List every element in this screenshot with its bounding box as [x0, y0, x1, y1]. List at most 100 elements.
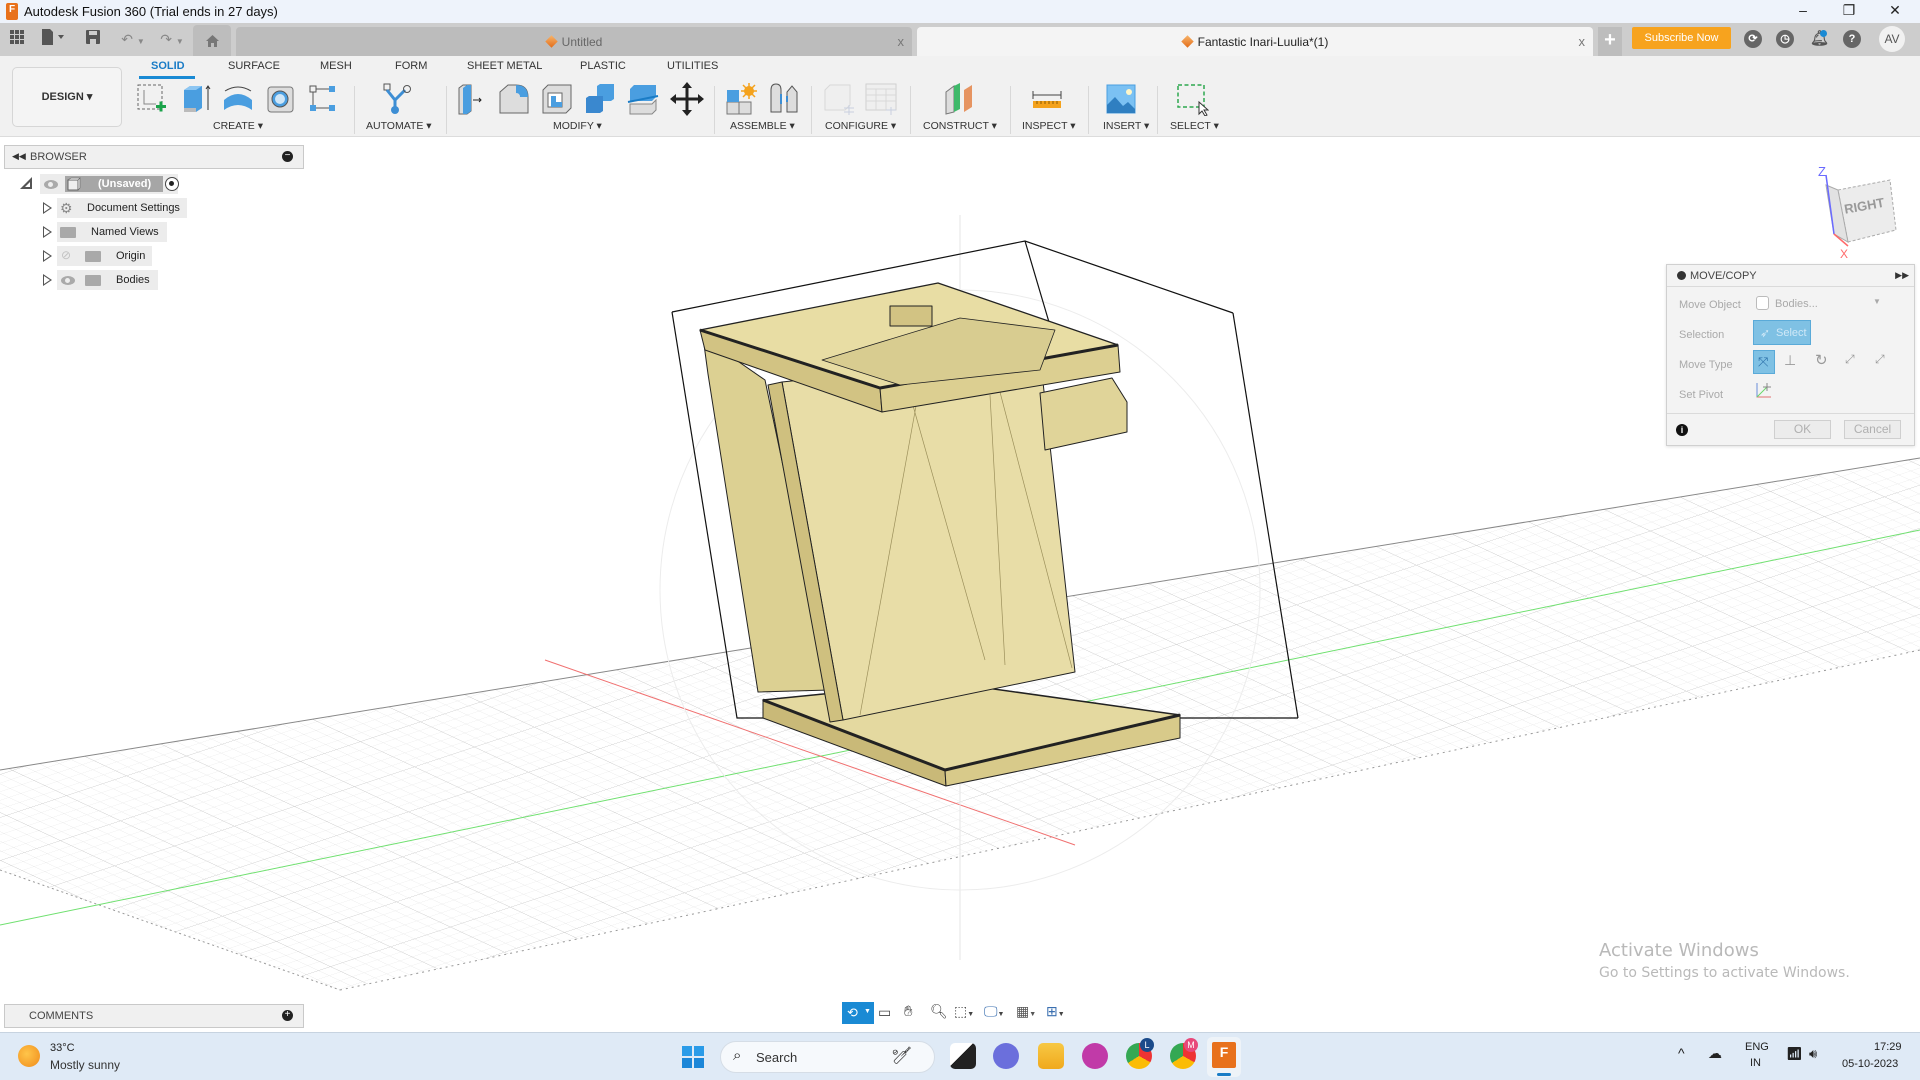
collapse-triangle-icon[interactable]	[20, 177, 32, 189]
press-pull-button[interactable]	[455, 82, 489, 116]
dialog-collapse-icon[interactable]	[1677, 271, 1686, 280]
collapse-browser-icon[interactable]: ◀◀	[12, 151, 26, 162]
tab-mesh[interactable]: MESH	[320, 60, 352, 72]
automate-menu[interactable]: AUTOMATE ▾	[366, 120, 432, 132]
configure-button[interactable]	[822, 82, 856, 116]
window-select-button[interactable]	[1175, 82, 1210, 117]
hole-button[interactable]	[264, 82, 298, 116]
tab-close-button[interactable]: x	[898, 34, 905, 49]
assemble-menu[interactable]: ASSEMBLE ▾	[730, 120, 795, 132]
browser-item-document-settings[interactable]: ⚙ Document Settings	[40, 198, 190, 218]
subscribe-now-button[interactable]: Subscribe Now	[1632, 27, 1731, 49]
move-copy-button[interactable]	[670, 82, 704, 116]
pan-hand-icon[interactable]: ✋︎	[904, 1003, 913, 1020]
move-type-free-move[interactable]: ⤧	[1753, 350, 1775, 374]
tab-close-button[interactable]: x	[1579, 34, 1586, 49]
visibility-eye-icon[interactable]	[61, 276, 75, 285]
measure-button[interactable]	[1030, 82, 1064, 116]
close-window-button[interactable]: ✕	[1872, 0, 1918, 23]
tab-form[interactable]: FORM	[395, 60, 427, 72]
extensions-icon[interactable]: ⟳	[1744, 30, 1762, 48]
file-explorer-icon[interactable]	[1038, 1043, 1064, 1069]
weather-description[interactable]: Mostly sunny	[50, 1058, 120, 1072]
move-type-translate[interactable]: ⊥	[1784, 352, 1796, 369]
file-menu-icon[interactable]	[40, 29, 68, 49]
zoom-icon[interactable]: 🔍︎	[930, 1003, 948, 1020]
tab-untitled[interactable]: Untitled x	[236, 27, 912, 56]
offset-plane-button[interactable]	[942, 82, 976, 116]
weather-temp[interactable]: 33°C	[50, 1042, 75, 1054]
insert-menu[interactable]: INSERT ▾	[1103, 120, 1149, 132]
language-indicator[interactable]: ENG	[1745, 1041, 1769, 1053]
look-at-icon[interactable]: ▭	[878, 1004, 891, 1021]
new-tab-button[interactable]: +	[1598, 27, 1622, 56]
browser-item-named-views[interactable]: Named Views	[40, 222, 170, 242]
windows-start-icon[interactable]	[682, 1046, 704, 1068]
tab-fantastic-inari-luulia[interactable]: Fantastic Inari-Luulia*(1) x	[917, 27, 1593, 56]
weather-icon[interactable]	[18, 1045, 40, 1067]
move-type-rotate[interactable]: ↻	[1815, 351, 1828, 369]
home-button[interactable]	[193, 25, 231, 56]
dialog-expand-icon[interactable]: ▶▶	[1895, 270, 1909, 281]
configuration-table-button[interactable]	[864, 82, 898, 116]
wps-office-icon[interactable]	[1082, 1043, 1108, 1069]
create-sketch-button[interactable]	[136, 82, 170, 116]
extrude-button[interactable]	[180, 82, 214, 116]
combine-button[interactable]	[583, 82, 617, 116]
notifications-icon[interactable]: 🔔︎	[1810, 30, 1829, 48]
insert-image-button[interactable]	[1104, 82, 1138, 116]
viewcube[interactable]: RIGHT Z X	[1818, 164, 1897, 261]
move-type-point-to-point[interactable]: ⤢	[1845, 352, 1855, 367]
create-menu[interactable]: CREATE ▾	[213, 120, 263, 132]
teams-meet-icon[interactable]	[993, 1043, 1019, 1069]
show-hidden-icons-chevron[interactable]: ^	[1678, 1045, 1685, 1061]
info-icon[interactable]: i	[1676, 424, 1688, 436]
expand-triangle-icon[interactable]	[43, 274, 52, 286]
tab-surface[interactable]: SURFACE	[228, 60, 280, 72]
tab-utilities[interactable]: UTILITIES	[667, 60, 718, 72]
job-status-icon[interactable]: ◷	[1776, 30, 1794, 48]
taskbar-search-box[interactable]: ⌕ Search 🏏︎	[720, 1041, 935, 1073]
restore-button[interactable]: ❐	[1826, 0, 1872, 23]
clock-date[interactable]: 05-10-2023	[1842, 1058, 1898, 1070]
minimize-button[interactable]: –	[1780, 0, 1826, 23]
browser-item-bodies[interactable]: Bodies	[40, 270, 170, 290]
browser-root-item[interactable]: (Unsaved)	[20, 174, 190, 194]
wifi-icon[interactable]: 📶︎	[1786, 1046, 1803, 1062]
volume-icon[interactable]: 🔊︎	[1809, 1046, 1817, 1062]
hidden-eye-icon[interactable]: ⊘	[61, 248, 71, 262]
configure-menu[interactable]: CONFIGURE ▾	[825, 120, 896, 132]
tab-sheet-metal[interactable]: SHEET METAL	[467, 60, 542, 72]
fillet-button[interactable]	[497, 82, 531, 116]
select-menu[interactable]: SELECT ▾	[1170, 120, 1219, 132]
task-view-icon[interactable]	[950, 1043, 976, 1069]
user-avatar[interactable]: AV	[1879, 26, 1905, 52]
chrome-profile-l-icon[interactable]: L	[1126, 1038, 1154, 1069]
viewports-icon[interactable]: ⊞▼	[1046, 1003, 1065, 1020]
construct-menu[interactable]: CONSTRUCT ▾	[923, 120, 997, 132]
browser-item-origin[interactable]: ⊘ Origin	[40, 246, 160, 266]
cancel-button[interactable]: Cancel	[1844, 420, 1901, 439]
tab-plastic[interactable]: PLASTIC	[580, 60, 626, 72]
orbit-button[interactable]: ⟲ ▼	[842, 1002, 874, 1024]
modify-menu[interactable]: MODIFY ▾	[553, 120, 602, 132]
new-component-button[interactable]	[725, 82, 759, 116]
tab-solid[interactable]: SOLID	[151, 60, 185, 72]
clock-time[interactable]: 17:29	[1874, 1041, 1902, 1053]
inspect-menu[interactable]: INSPECT ▾	[1022, 120, 1076, 132]
help-icon[interactable]: ?	[1843, 30, 1861, 48]
selection-select-button[interactable]: ➶ Select	[1753, 320, 1811, 345]
fusion360-taskbar-button[interactable]: F	[1207, 1037, 1241, 1077]
pattern-button[interactable]	[307, 82, 341, 116]
move-type-point-to-position[interactable]: ⤢	[1875, 352, 1885, 367]
data-panel-grid-icon[interactable]	[8, 29, 26, 49]
expand-triangle-icon[interactable]	[43, 202, 52, 214]
display-settings-icon[interactable]: 🖵︎▼	[984, 1003, 1004, 1020]
expand-triangle-icon[interactable]	[43, 250, 52, 262]
automate-button[interactable]	[381, 82, 415, 116]
split-body-button[interactable]	[626, 82, 660, 116]
onedrive-icon[interactable]: ☁	[1708, 1045, 1722, 1062]
expand-triangle-icon[interactable]	[43, 226, 52, 238]
grid-settings-icon[interactable]: ▦▼	[1016, 1003, 1036, 1020]
fit-window-icon[interactable]: ⬚▼	[954, 1003, 974, 1020]
